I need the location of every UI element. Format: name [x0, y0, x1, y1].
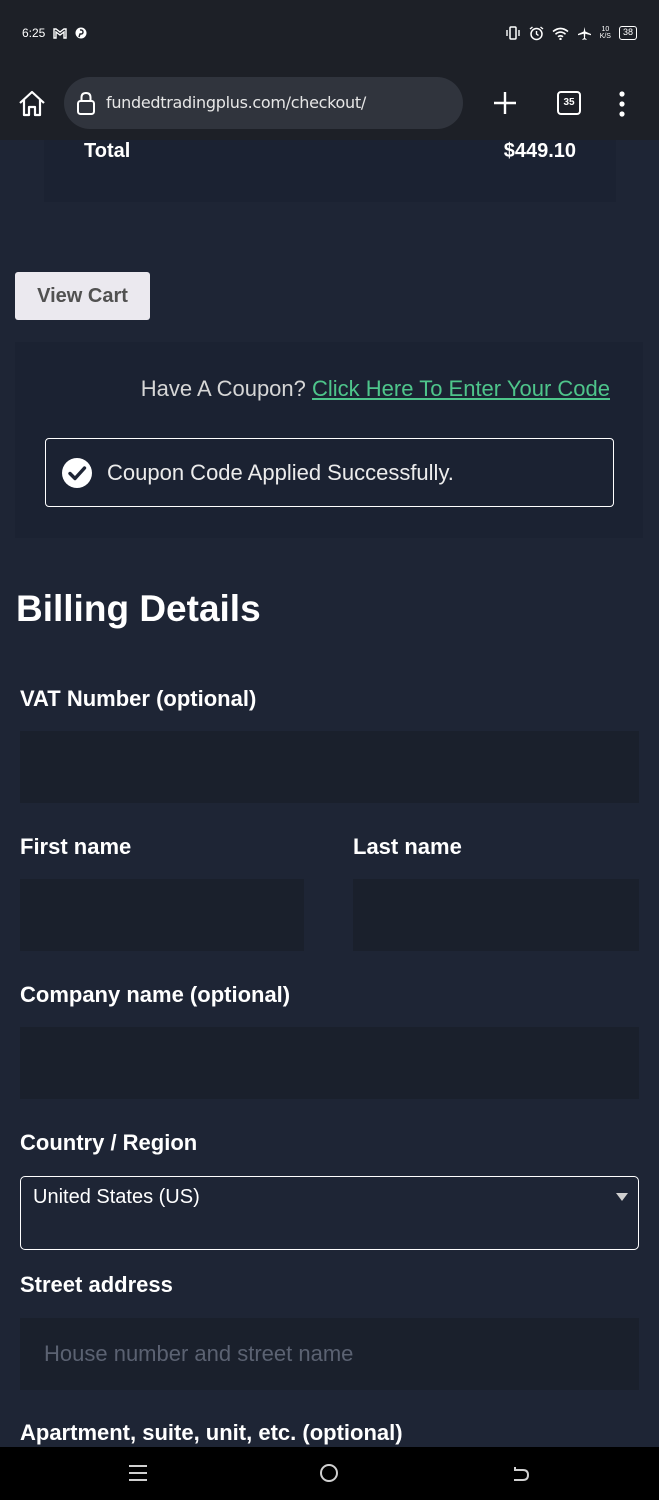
last-name-input[interactable] [353, 879, 639, 951]
total-value: $449.10 [503, 140, 576, 162]
status-time: 6:25 [22, 26, 46, 40]
url-text[interactable]: fundedtradingplus.com/checkout/ [106, 93, 366, 112]
system-nav-bar [0, 1447, 659, 1500]
network-speed: 10 K/S [599, 26, 611, 40]
country-select-value: United States (US) [33, 1186, 200, 1208]
last-name-label: Last name [353, 834, 462, 859]
browser-toolbar: fundedtradingplus.com/checkout/ 35 [0, 66, 659, 140]
enter-coupon-link[interactable]: Click Here To Enter Your Code [312, 376, 610, 401]
check-circle-icon [62, 458, 92, 488]
wifi-icon [552, 27, 569, 40]
airplane-icon [577, 26, 591, 40]
more-vertical-icon[interactable] [612, 90, 632, 118]
apartment-label: Apartment, suite, unit, etc. (optional) [20, 1420, 403, 1445]
alarm-icon [529, 25, 544, 40]
country-label: Country / Region [20, 1130, 198, 1155]
coupon-prompt-text: Have A Coupon? [140, 376, 306, 401]
lock-icon[interactable] [74, 90, 98, 116]
vibrate-icon [505, 26, 520, 40]
coupon-success-message: Coupon Code Applied Successfully. [45, 438, 614, 507]
first-name-label: First name [20, 834, 132, 859]
coupon-section: Have A Coupon? Click Here To Enter Your … [15, 342, 643, 538]
street-input[interactable] [20, 1318, 639, 1390]
first-name-input[interactable] [20, 879, 304, 951]
status-left: 6:25 [22, 26, 87, 40]
recent-apps-icon[interactable] [128, 1464, 148, 1482]
address-bar[interactable]: fundedtradingplus.com/checkout/ [64, 77, 463, 129]
vat-input[interactable] [20, 731, 639, 803]
home-circle-icon[interactable] [319, 1463, 339, 1483]
status-bar: 6:25 10 K/S 38 [0, 0, 659, 66]
company-input[interactable] [20, 1027, 639, 1099]
pinterest-icon [75, 27, 87, 39]
battery-icon: 38 [618, 26, 637, 40]
total-label: Total [84, 140, 131, 162]
view-cart-button[interactable]: View Cart [15, 272, 150, 320]
gmail-icon [53, 27, 68, 39]
country-select[interactable]: United States (US) [20, 1176, 639, 1250]
tab-switcher-button[interactable]: 35 [557, 91, 581, 115]
coupon-success-text: Coupon Code Applied Successfully. [107, 460, 454, 485]
back-icon[interactable] [510, 1463, 530, 1483]
dropdown-arrow-icon [616, 1193, 628, 1201]
status-right: 10 K/S 38 [505, 25, 637, 41]
plus-icon[interactable] [492, 90, 518, 116]
vat-label: VAT Number (optional) [20, 686, 257, 711]
company-label: Company name (optional) [20, 982, 291, 1007]
street-label: Street address [20, 1272, 173, 1297]
home-icon[interactable] [16, 88, 48, 120]
order-summary: Total $449.10 [44, 140, 616, 202]
billing-title: Billing Details [16, 588, 261, 629]
coupon-prompt: Have A Coupon? Click Here To Enter Your … [141, 376, 610, 402]
